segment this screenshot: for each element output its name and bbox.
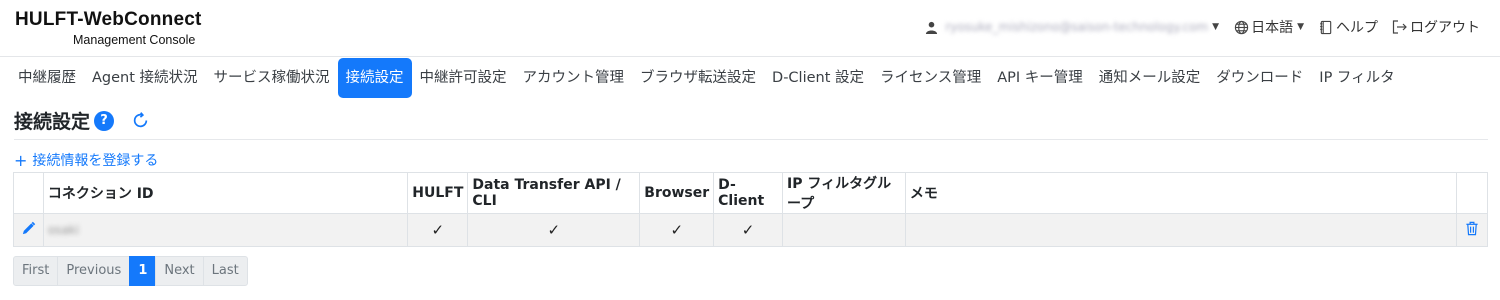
check-icon: ✓ <box>670 221 684 239</box>
tab-agent-status[interactable]: Agent 接続状況 <box>84 58 206 98</box>
tab-download[interactable]: ダウンロード <box>1208 58 1311 98</box>
app-title: HULFT-WebConnect <box>15 9 202 30</box>
ip-filter-group-cell <box>782 213 906 247</box>
check-icon: ✓ <box>431 221 445 239</box>
tab-relay-permission[interactable]: 中継許可設定 <box>412 58 515 98</box>
tab-ip-filter[interactable]: IP フィルタ <box>1311 58 1402 98</box>
tab-relay-history[interactable]: 中継履歴 <box>10 58 84 98</box>
help-link[interactable]: ヘルプ <box>1318 17 1378 37</box>
pagination-previous[interactable]: Previous <box>57 256 131 286</box>
browser-cell: ✓ <box>639 213 715 247</box>
connection-id-value: osaki <box>47 223 80 237</box>
pagination-page-1[interactable]: 1 <box>129 256 157 286</box>
page-title: 接続設定 <box>14 111 91 133</box>
language-menu[interactable]: 日本語 ▼ <box>1233 17 1304 37</box>
title-divider <box>14 139 1488 140</box>
header-actions: ryosuke_mishizono@saison-technology.com … <box>909 17 1480 37</box>
add-connection-link[interactable]: + 接続情報を登録する <box>14 150 158 170</box>
delete-cell <box>1456 213 1488 247</box>
header-ip-filter-group: IP フィルタグループ <box>782 172 906 214</box>
pagination: First Previous 1 Next Last <box>13 256 248 286</box>
add-connection-label: 接続情報を登録する <box>32 153 159 169</box>
page-title-row: 接続設定 ? <box>14 107 149 134</box>
globe-icon <box>1233 19 1249 35</box>
connection-table: コネクション ID HULFT Data Transfer API / CLI … <box>13 172 1488 247</box>
language-label: 日本語 <box>1251 20 1294 36</box>
tab-license-management[interactable]: ライセンス管理 <box>872 58 989 98</box>
header-memo: メモ <box>904 172 1458 214</box>
pagination-last[interactable]: Last <box>202 256 248 286</box>
header-hulft: HULFT <box>407 172 469 214</box>
logout-icon <box>1392 19 1408 35</box>
header-browser: Browser <box>639 172 715 214</box>
logout-link[interactable]: ログアウト <box>1392 17 1480 37</box>
connection-id-cell: osaki <box>42 213 409 247</box>
header-dclient: D-Client <box>713 172 783 214</box>
plus-icon: + <box>14 150 28 170</box>
hulft-cell: ✓ <box>407 213 469 247</box>
tab-dclient-settings[interactable]: D-Client 設定 <box>764 58 872 98</box>
tab-account-management[interactable]: アカウント管理 <box>515 58 633 98</box>
main-nav: 中継履歴 Agent 接続状況 サービス稼働状況 接続設定 中継許可設定 アカウ… <box>10 58 1403 98</box>
table-row: osaki ✓ ✓ ✓ ✓ <box>13 213 1488 247</box>
tab-connection-settings[interactable]: 接続設定 <box>337 58 412 98</box>
app-subtitle: Management Console <box>73 33 196 47</box>
tab-notification-mail[interactable]: 通知メール設定 <box>1091 58 1209 98</box>
check-icon: ✓ <box>547 221 561 239</box>
chevron-down-icon: ▼ <box>1212 22 1220 32</box>
help-label: ヘルプ <box>1336 20 1378 36</box>
pencil-icon[interactable] <box>21 221 36 236</box>
book-icon <box>1318 19 1334 35</box>
tab-browser-transfer[interactable]: ブラウザ転送設定 <box>632 58 764 98</box>
header-api: Data Transfer API / CLI <box>467 172 641 214</box>
refresh-icon[interactable] <box>132 112 149 129</box>
app-header: HULFT-WebConnect Management Console ryos… <box>0 0 1500 57</box>
table-header-row: コネクション ID HULFT Data Transfer API / CLI … <box>13 172 1488 214</box>
user-menu[interactable]: ryosuke_mishizono@saison-technology.com … <box>923 19 1219 35</box>
header-connection-id: コネクション ID <box>42 172 409 214</box>
pagination-first[interactable]: First <box>13 256 59 286</box>
pagination-next[interactable]: Next <box>155 256 204 286</box>
header-delete <box>1456 172 1488 214</box>
memo-cell <box>904 213 1458 247</box>
help-icon[interactable]: ? <box>94 110 115 131</box>
tab-service-status[interactable]: サービス稼働状況 <box>206 58 338 98</box>
header-edit <box>13 172 44 214</box>
user-icon <box>923 19 939 35</box>
edit-cell <box>13 213 44 247</box>
user-email: ryosuke_mishizono@saison-technology.com <box>945 20 1209 34</box>
chevron-down-icon: ▼ <box>1297 22 1304 32</box>
brand: HULFT-WebConnect Management Console <box>15 9 202 47</box>
check-icon: ✓ <box>741 221 755 239</box>
trash-icon[interactable] <box>1465 221 1479 236</box>
logout-label: ログアウト <box>1410 20 1480 36</box>
dclient-cell: ✓ <box>713 213 783 247</box>
tab-api-key-management[interactable]: API キー管理 <box>989 58 1091 98</box>
api-cell: ✓ <box>467 213 641 247</box>
